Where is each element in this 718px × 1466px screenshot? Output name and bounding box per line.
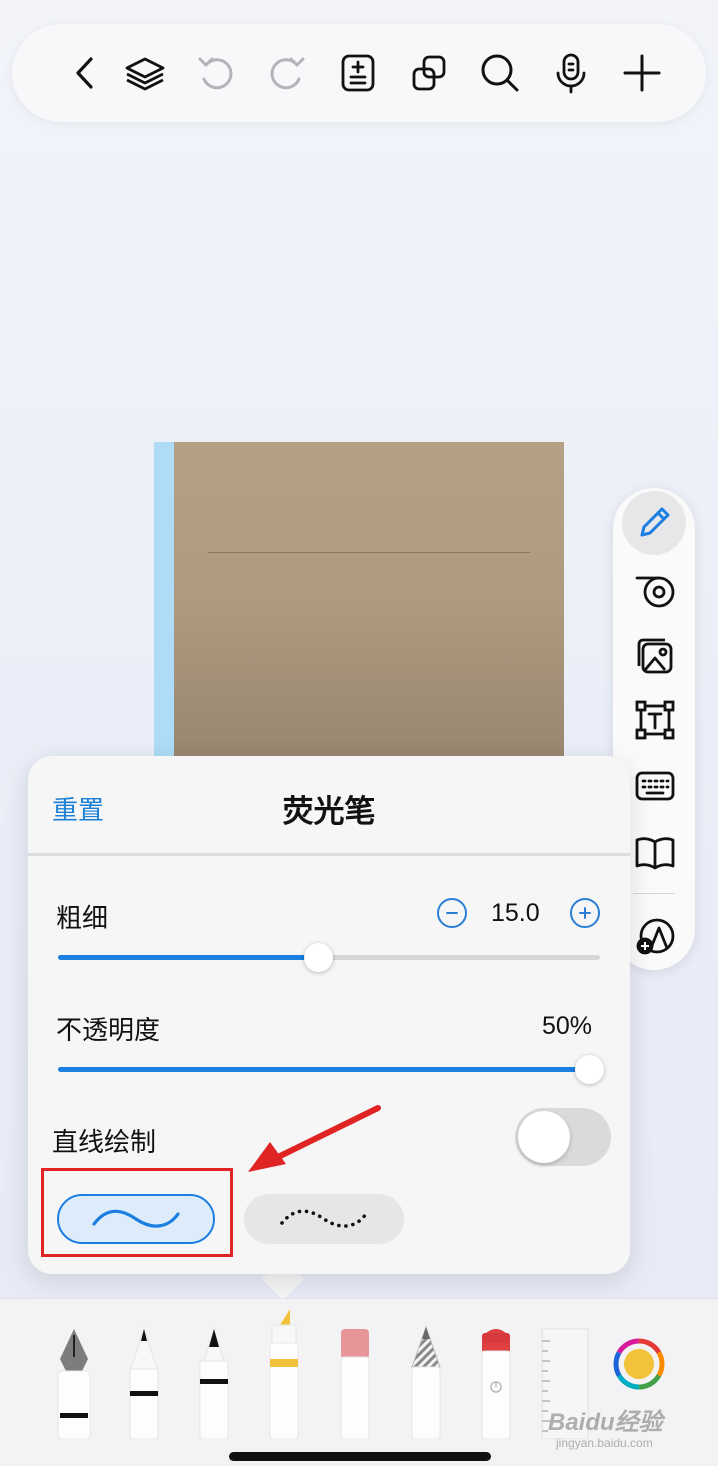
slider-fill xyxy=(58,1067,590,1072)
shapes-button[interactable] xyxy=(625,906,685,966)
highlighter-tool[interactable] xyxy=(254,1299,314,1440)
fountain-pen-icon xyxy=(57,1329,91,1440)
lasso-tape-icon xyxy=(635,576,675,608)
page-add-icon xyxy=(341,54,375,92)
undo-icon xyxy=(198,57,233,90)
notebook-page[interactable] xyxy=(154,442,564,762)
notebook-spine xyxy=(154,442,174,762)
back-icon xyxy=(76,57,93,89)
book-button[interactable] xyxy=(625,822,685,882)
pencil-tool[interactable] xyxy=(396,1299,456,1440)
search-button[interactable] xyxy=(476,49,524,97)
side-divider xyxy=(633,893,675,894)
search-icon xyxy=(481,54,519,92)
toggle-knob xyxy=(518,1111,570,1163)
redo-button[interactable] xyxy=(263,49,311,97)
slider-thumb[interactable] xyxy=(304,943,334,972)
ballpoint-pen-icon xyxy=(129,1327,159,1440)
keyboard-icon xyxy=(635,771,675,801)
thickness-slider[interactable] xyxy=(58,942,600,972)
fine-pen-icon xyxy=(199,1327,229,1440)
fine-pen-tool[interactable] xyxy=(184,1299,244,1440)
home-indicator[interactable] xyxy=(229,1452,491,1461)
dotted-stroke-option[interactable] xyxy=(244,1194,404,1244)
fountain-pen-tool[interactable] xyxy=(44,1299,104,1440)
back-button[interactable] xyxy=(62,49,110,97)
text-box-icon xyxy=(635,700,675,740)
lasso-tool[interactable] xyxy=(466,1299,526,1440)
thickness-value: 15.0 xyxy=(491,899,540,927)
redo-icon xyxy=(270,57,305,90)
thickness-label: 粗细 xyxy=(56,903,109,933)
notebook-cover xyxy=(174,442,564,762)
microphone-icon xyxy=(556,53,586,94)
lasso-tool-icon xyxy=(481,1329,511,1440)
text-box-button[interactable] xyxy=(625,690,685,750)
thickness-increase-button[interactable] xyxy=(570,898,600,928)
watermark-logo: Baidu经验 xyxy=(548,1409,663,1436)
add-button[interactable] xyxy=(618,49,666,97)
add-page-button[interactable] xyxy=(334,49,382,97)
notebook-line xyxy=(208,552,530,553)
undo-button[interactable] xyxy=(192,49,240,97)
book-icon xyxy=(635,837,675,870)
slider-fill xyxy=(58,955,319,960)
color-wheel-icon xyxy=(613,1338,665,1390)
minus-icon xyxy=(446,912,458,914)
layers-button[interactable] xyxy=(121,49,169,97)
straight-line-toggle[interactable] xyxy=(515,1108,611,1166)
opacity-value: 50% xyxy=(542,1012,593,1040)
straight-line-label: 直线绘制 xyxy=(52,1127,157,1157)
panel-title: 荧光笔 xyxy=(282,794,376,829)
watermark-url: jingyan.baidu.com xyxy=(556,1436,653,1450)
tape-button[interactable] xyxy=(625,560,685,620)
microphone-button[interactable] xyxy=(547,49,595,97)
pen-mode-button[interactable] xyxy=(622,491,686,555)
image-button[interactable] xyxy=(625,626,685,686)
annotation-highlight-box xyxy=(41,1168,233,1257)
eraser-tool[interactable] xyxy=(325,1299,385,1440)
slider-thumb[interactable] xyxy=(575,1055,605,1084)
layers-icon xyxy=(125,57,165,91)
top-toolbar xyxy=(12,24,706,122)
add-icon xyxy=(623,54,661,92)
panel-header: 重置 荧光笔 xyxy=(28,756,630,856)
opacity-slider[interactable] xyxy=(58,1054,605,1084)
highlighter-icon xyxy=(269,1309,299,1440)
color-picker-button[interactable] xyxy=(612,1337,666,1391)
keyboard-button[interactable] xyxy=(625,756,685,816)
dotted-wave-icon xyxy=(280,1209,368,1228)
image-icon xyxy=(637,638,673,674)
ballpoint-pen-tool[interactable] xyxy=(114,1299,174,1440)
eraser-icon xyxy=(340,1329,370,1440)
opacity-label: 不透明度 xyxy=(56,1015,161,1045)
annotation-arrow xyxy=(248,1105,381,1172)
shapes-add-icon xyxy=(636,918,675,955)
copy-icon xyxy=(412,55,446,91)
thickness-decrease-button[interactable] xyxy=(437,898,467,928)
plus-icon xyxy=(579,907,591,919)
copy-button[interactable] xyxy=(405,49,453,97)
pencil-icon xyxy=(411,1325,441,1440)
pen-icon xyxy=(640,507,670,537)
